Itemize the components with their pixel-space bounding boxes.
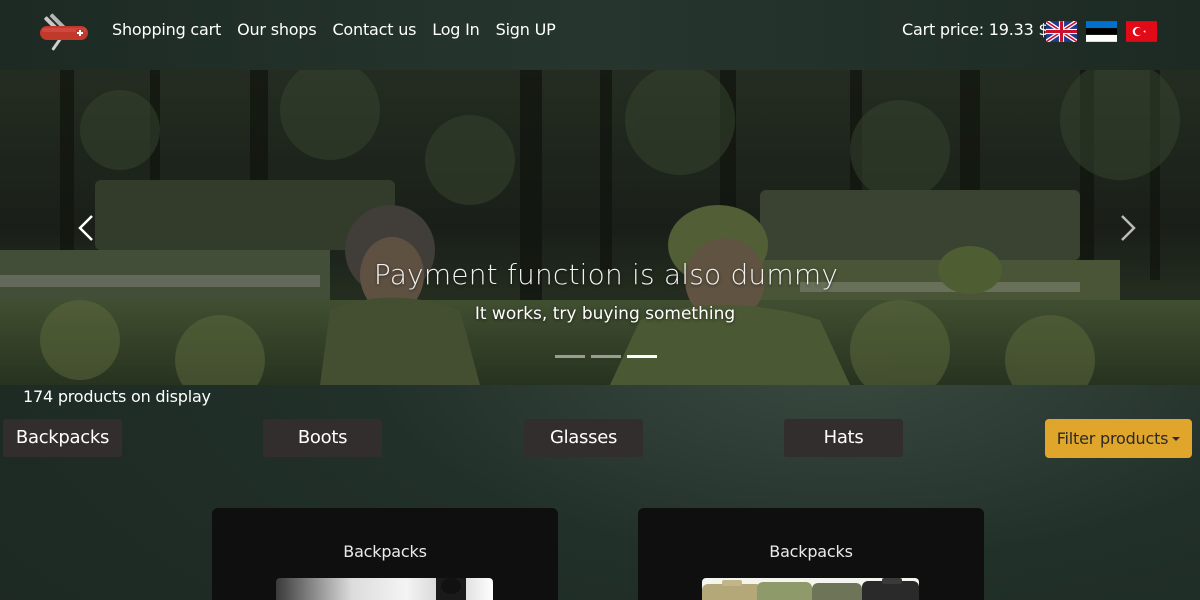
nav-contact-us[interactable]: Contact us bbox=[332, 20, 416, 39]
carousel-indicator-3[interactable] bbox=[627, 355, 657, 358]
category-hats-button[interactable]: Hats bbox=[784, 419, 903, 457]
swiss-knife-logo-icon[interactable] bbox=[38, 6, 92, 60]
product-image[interactable] bbox=[702, 578, 919, 600]
turkey-flag-icon[interactable] bbox=[1126, 21, 1157, 42]
language-switcher bbox=[1046, 21, 1157, 42]
carousel-indicators bbox=[555, 355, 657, 358]
chevron-right-icon bbox=[1121, 215, 1136, 241]
filter-products-label: Filter products bbox=[1056, 429, 1169, 448]
navbar: Shopping cart Our shops Contact us Log I… bbox=[0, 0, 1200, 70]
product-count: 174 products on display bbox=[23, 387, 211, 406]
uk-flag-icon[interactable] bbox=[1046, 21, 1077, 42]
product-card-title: Backpacks bbox=[769, 542, 853, 561]
carousel-indicator-2[interactable] bbox=[591, 355, 621, 358]
nav-shopping-cart[interactable]: Shopping cart bbox=[112, 20, 221, 39]
product-image[interactable] bbox=[276, 578, 493, 600]
carousel-next-button[interactable] bbox=[1112, 210, 1142, 246]
caret-down-icon bbox=[1172, 437, 1181, 441]
carousel-caption-title: Payment function is also dummy bbox=[373, 258, 839, 291]
chevron-left-icon bbox=[78, 215, 93, 241]
carousel-caption-subtitle: It works, try buying something bbox=[474, 304, 736, 324]
category-boots-button[interactable]: Boots bbox=[263, 419, 382, 457]
category-glasses-button[interactable]: Glasses bbox=[524, 419, 643, 457]
nav-sign-up[interactable]: Sign UP bbox=[496, 20, 556, 39]
cart-price: Cart price: 19.33 $ bbox=[902, 20, 1049, 39]
product-card[interactable]: Backpacks bbox=[212, 508, 558, 600]
hero-carousel: Payment function is also dummy It works,… bbox=[0, 70, 1200, 385]
filter-products-dropdown[interactable]: Filter products bbox=[1045, 419, 1192, 458]
nav-our-shops[interactable]: Our shops bbox=[237, 20, 317, 39]
product-card[interactable]: Backpacks bbox=[638, 508, 984, 600]
nav-log-in[interactable]: Log In bbox=[432, 20, 480, 39]
nav-links: Shopping cart Our shops Contact us Log I… bbox=[112, 20, 556, 39]
hero-photo bbox=[0, 70, 1200, 385]
estonia-flag-icon[interactable] bbox=[1086, 21, 1117, 42]
carousel-prev-button[interactable] bbox=[72, 210, 102, 246]
product-card-title: Backpacks bbox=[343, 542, 427, 561]
carousel-indicator-1[interactable] bbox=[555, 355, 585, 358]
category-backpacks-button[interactable]: Backpacks bbox=[3, 419, 122, 457]
